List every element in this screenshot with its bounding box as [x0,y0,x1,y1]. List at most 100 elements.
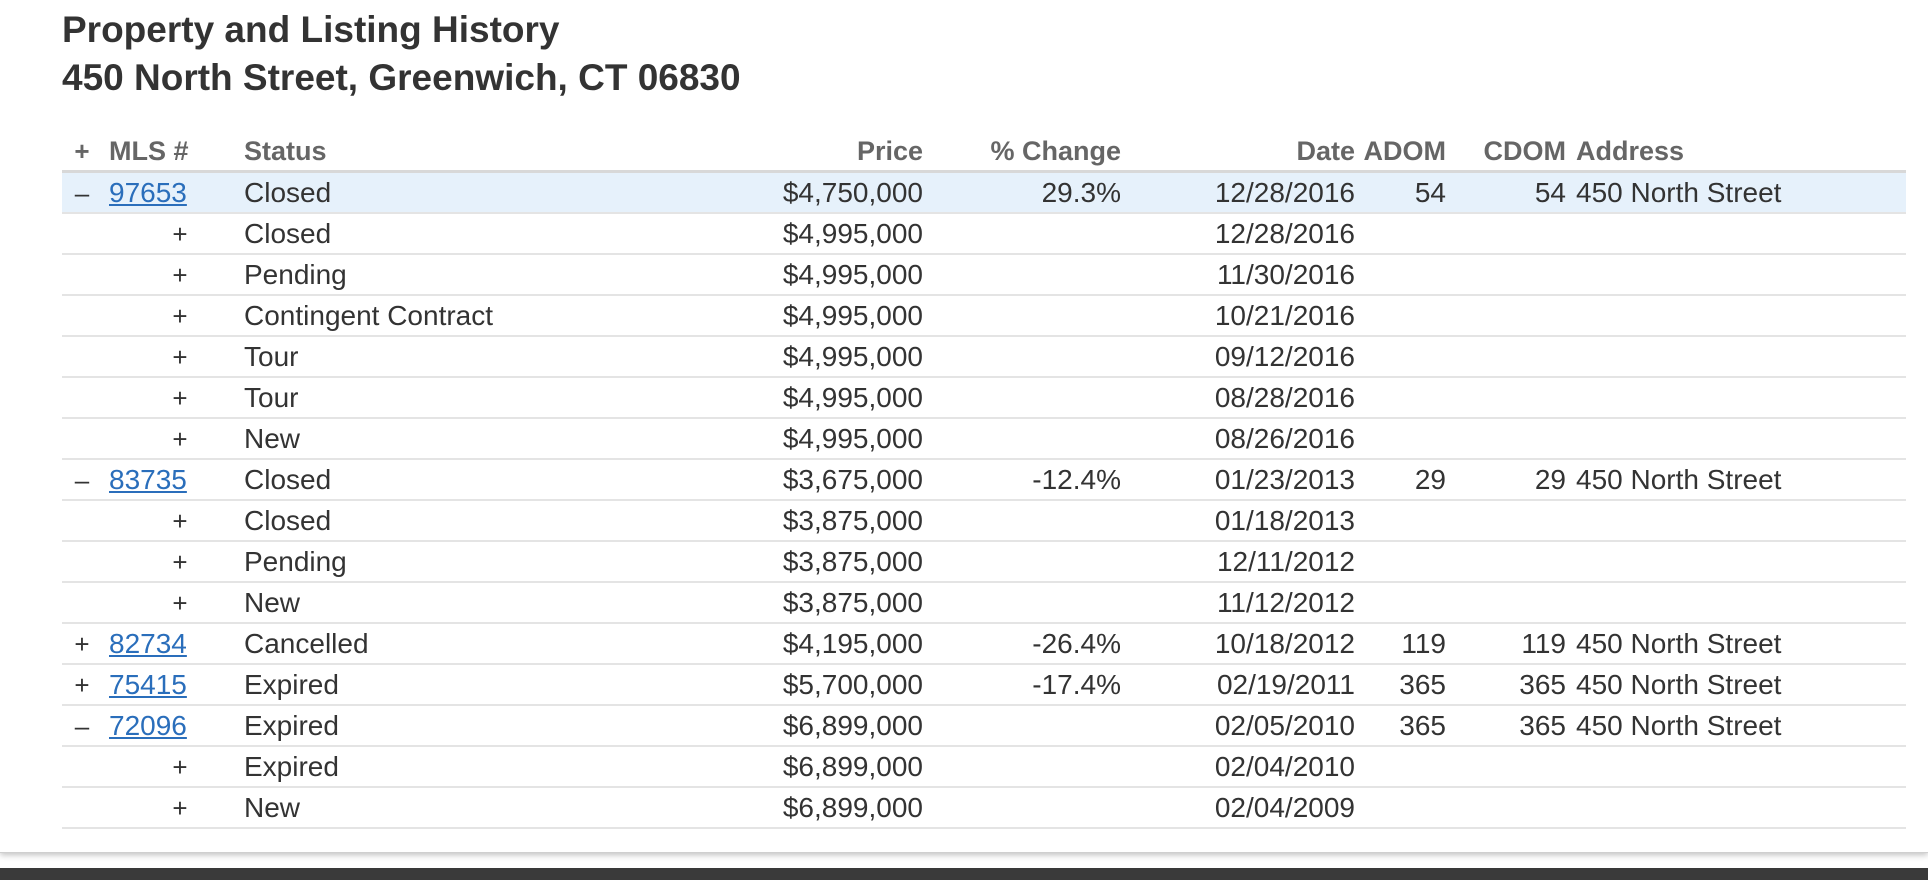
event-toggle[interactable]: + [150,583,210,622]
listing-row: –83735 Closed $3,675,000 -12.4% 01/23/2013 29… [62,460,1906,501]
date-cell: 12/11/2012 [1216,546,1355,577]
date-cell: 12/28/2016 [1214,177,1355,208]
mls-number-link[interactable]: 72096 [109,710,187,741]
change-cell [921,706,1121,745]
change-cell: -12.4% [1032,464,1121,495]
event-toggle[interactable]: + [150,378,210,417]
column-header-mls[interactable]: MLS # [109,132,219,171]
window-bottom-edge [0,868,1928,880]
collapse-icon[interactable]: – [75,178,89,208]
status-cell: Closed [244,177,332,208]
listing-history-table: + MLS # Status Price % Change Date ADOM … [62,132,1906,829]
column-header-address[interactable]: Address [1576,132,1906,171]
expand-icon[interactable]: + [172,260,187,290]
status-cell: Closed [244,464,332,495]
expand-icon[interactable]: + [172,219,187,249]
mls-cell[interactable]: 97653 [109,173,219,212]
expand-icon[interactable]: + [172,793,187,823]
mls-cell[interactable]: 72096 [109,706,219,745]
listing-row: +82734 Cancelled $4,195,000 -26.4% 10/18/201… [62,624,1906,665]
status-cell: Expired [244,710,339,741]
event-toggle[interactable]: + [150,501,210,540]
status-cell: New [244,423,301,454]
mls-number-link[interactable]: 97653 [109,177,187,208]
column-header-adom[interactable]: ADOM [1326,132,1447,171]
expand-icon[interactable]: + [172,383,187,413]
price-cell: $4,995,000 [782,423,923,454]
plus-icon[interactable]: + [74,136,89,166]
collapse-icon[interactable]: – [75,465,89,495]
status-cell: New [244,587,301,618]
event-toggle[interactable]: + [150,296,210,335]
collapse-icon[interactable]: – [75,711,89,741]
expand-icon[interactable]: + [172,342,187,372]
expand-icon[interactable]: + [172,424,187,454]
column-header-cdom[interactable]: CDOM [1446,132,1567,171]
column-header-date[interactable]: Date [1135,132,1355,171]
price-cell: $4,195,000 [782,628,923,659]
price-cell: $4,995,000 [782,218,923,249]
expand-icon[interactable]: + [172,588,187,618]
row-toggle[interactable]: – [62,173,102,212]
price-cell: $4,995,000 [782,341,923,372]
date-cell: 11/30/2016 [1216,259,1355,290]
listing-event-row: + Closed $4,995,000 12/28/2016 [62,214,1906,255]
column-header-price[interactable]: Price [663,132,923,171]
expand-icon[interactable]: + [74,629,89,659]
price-cell: $3,875,000 [782,505,923,536]
price-cell: $6,899,000 [782,792,923,823]
event-toggle[interactable]: + [150,747,210,786]
event-toggle[interactable]: + [150,788,210,827]
status-cell: Tour [244,341,299,372]
listing-row: –97653 Closed $4,750,000 29.3% 12/28/2016 54 5… [62,173,1906,214]
adom-cell: 29 [1414,464,1446,495]
event-toggle[interactable]: + [150,214,210,253]
status-cell: Pending [244,259,347,290]
row-toggle[interactable]: – [62,460,102,499]
status-cell: Pending [244,546,347,577]
column-header-status[interactable]: Status [244,132,664,171]
status-cell: Contingent Contract [244,300,494,331]
change-cell: 29.3% [1041,177,1121,208]
expand-icon[interactable]: + [172,301,187,331]
event-toggle[interactable]: + [150,542,210,581]
mls-number-link[interactable]: 82734 [109,628,187,659]
title-block: Property and Listing History 450 North S… [62,6,741,102]
price-cell: $3,875,000 [782,587,923,618]
mls-number-link[interactable]: 83735 [109,464,187,495]
cdom-cell: 365 [1519,710,1566,741]
mls-cell[interactable]: 75415 [109,665,219,704]
mls-cell[interactable]: 82734 [109,624,219,663]
status-cell: Closed [244,505,332,536]
date-cell: 10/21/2016 [1214,300,1355,331]
event-toggle[interactable]: + [150,337,210,376]
address-cell: 450 North Street [1576,464,1782,495]
listing-row: –72096 Expired $6,899,000 02/05/2010 365 365 4… [62,706,1906,747]
row-toggle[interactable]: – [62,706,102,745]
mls-cell[interactable]: 83735 [109,460,219,499]
listing-history-panel: Property and Listing History 450 North S… [0,0,1928,853]
status-cell: New [244,792,301,823]
adom-cell: 365 [1399,669,1446,700]
date-cell: 02/04/2009 [1214,792,1355,823]
expand-icon[interactable]: + [74,670,89,700]
listing-event-row: + Pending $4,995,000 11/30/2016 [62,255,1906,296]
expand-icon[interactable]: + [172,547,187,577]
cdom-cell: 29 [1534,464,1566,495]
date-cell: 02/04/2010 [1214,751,1355,782]
cdom-cell: 119 [1521,628,1566,659]
table-header-row: + MLS # Status Price % Change Date ADOM … [62,132,1906,173]
listing-event-row: + New $3,875,000 11/12/2012 [62,583,1906,624]
expand-icon[interactable]: + [172,506,187,536]
mls-number-link[interactable]: 75415 [109,669,187,700]
expand-all-toggle[interactable]: + [62,132,102,171]
address-cell: 450 North Street [1576,628,1782,659]
column-header-change[interactable]: % Change [921,132,1121,171]
row-toggle[interactable]: + [62,665,102,704]
row-toggle[interactable]: + [62,624,102,663]
address-cell: 450 North Street [1576,710,1782,741]
adom-cell: 54 [1414,177,1446,208]
expand-icon[interactable]: + [172,752,187,782]
event-toggle[interactable]: + [150,419,210,458]
event-toggle[interactable]: + [150,255,210,294]
